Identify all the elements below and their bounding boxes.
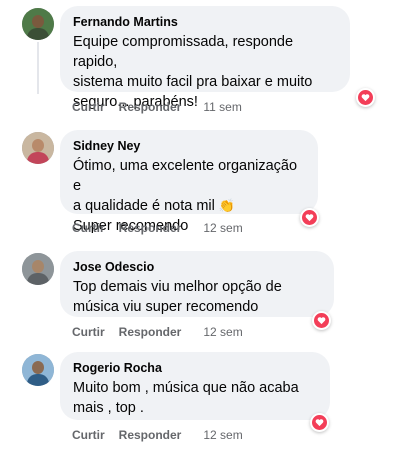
comment-author[interactable]: Sidney Ney — [73, 139, 305, 154]
comment-text: Muito bom , música que não acaba mais , … — [73, 380, 299, 416]
avatar[interactable] — [22, 354, 54, 386]
thread-line — [37, 42, 39, 94]
like-button[interactable]: Curtir — [72, 325, 105, 339]
comment-author[interactable]: Jose Odescio — [73, 260, 321, 275]
heart-icon — [305, 214, 314, 222]
reaction-badge[interactable] — [312, 311, 331, 330]
clapping-hands-emoji: 👏 — [218, 198, 236, 213]
comment-bubble[interactable]: Rogerio Rocha Muito bom , música que não… — [60, 352, 330, 420]
like-button[interactable]: Curtir — [72, 428, 105, 442]
heart-icon — [315, 419, 324, 427]
reply-button[interactable]: Responder — [119, 100, 182, 114]
like-button[interactable]: Curtir — [72, 100, 105, 114]
reaction-badge[interactable] — [300, 208, 319, 227]
comment-timestamp[interactable]: 12 sem — [203, 325, 242, 339]
heart-icon — [317, 317, 326, 325]
comment-bubble[interactable]: Fernando Martins Equipe compromissada, r… — [60, 6, 350, 110]
comment-author[interactable]: Rogerio Rocha — [73, 361, 317, 376]
reaction-badge[interactable] — [356, 88, 375, 107]
avatar[interactable] — [22, 253, 54, 285]
avatar[interactable] — [22, 132, 54, 164]
avatar[interactable] — [22, 8, 54, 40]
comment-text: Top demais viu melhor opção de música vi… — [73, 279, 282, 315]
heart-icon — [361, 94, 370, 102]
reply-button[interactable]: Responder — [119, 325, 182, 339]
comment-timestamp[interactable]: 12 sem — [203, 221, 242, 235]
comment-bubble[interactable]: Sidney Ney Ótimo, uma excelente organiza… — [60, 130, 318, 234]
comment-bubble[interactable]: Jose Odescio Top demais viu melhor opção… — [60, 251, 334, 317]
like-button[interactable]: Curtir — [72, 221, 105, 235]
comment-timestamp[interactable]: 12 sem — [203, 428, 242, 442]
comment-timestamp[interactable]: 11 sem — [203, 100, 241, 114]
reply-button[interactable]: Responder — [119, 428, 182, 442]
reply-button[interactable]: Responder — [119, 221, 182, 235]
reaction-badge[interactable] — [310, 413, 329, 432]
comment-author[interactable]: Fernando Martins — [73, 15, 337, 30]
